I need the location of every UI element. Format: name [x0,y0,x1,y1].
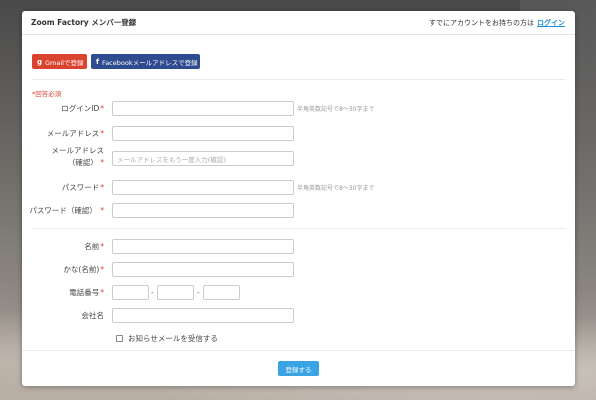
facebook-signup-label: Facebookメールアドレスで登録 [102,58,198,67]
modal-title: Zoom Factory メンバー登録 [31,18,137,27]
phone-label: 電話番号 * [69,285,104,300]
name-row: 名前 * [22,239,575,254]
phone-label-text: 電話番号 [69,288,100,297]
password-row: パスワード * 半角英数記号で8〜30字まで [22,180,575,195]
company-label-text: 会社名 [81,311,105,320]
required-mark: * [100,206,104,215]
company-row: 会社名 [22,308,575,323]
phone-row: 電話番号 * - - [22,285,575,300]
password-input[interactable] [112,180,294,195]
password-confirm-label-text: パスワード（確認） [29,206,97,215]
registration-modal: Zoom Factory メンバー登録 すでにアカウントをお持ちの方は ログイン … [22,11,575,386]
gmail-signup-label: Gmailで登録 [45,58,84,67]
email-confirm-label-line2: （確認） [67,158,98,167]
login-hint: すでにアカウントをお持ちの方は ログイン [429,18,565,28]
password-confirm-input[interactable] [112,203,294,218]
phone-part2-input[interactable] [157,285,194,300]
login-id-row: ログインID * 半角英数記号で8〜30字まで [22,101,575,116]
newsletter-label: お知らせメールを受信する [128,334,218,343]
divider [22,350,575,351]
password-hint: 半角英数記号で8〜30字まで [297,185,375,192]
facebook-icon: f [96,57,100,66]
phone-part3-input[interactable] [203,285,240,300]
login-id-input[interactable] [112,101,294,116]
phone-part1-input[interactable] [112,285,149,300]
password-label: パスワード * [62,180,104,195]
required-mark: * [100,265,104,274]
login-prompt: すでにアカウントをお持ちの方は [428,18,534,27]
name-label: 名前 * [84,239,104,254]
newsletter-checkbox[interactable] [116,335,123,342]
divider [32,228,565,229]
login-id-label: ログインID * [61,101,104,116]
required-mark: * [100,129,104,138]
register-button[interactable]: 登録する [278,361,319,376]
name-input[interactable] [112,239,294,254]
kana-label-text: かな(名前) [63,265,100,274]
facebook-signup-button[interactable]: f Facebookメールアドレスで登録 [91,54,200,69]
email-confirm-label: メールアドレス （確認） * [24,145,105,169]
modal-header: Zoom Factory メンバー登録 すでにアカウントをお持ちの方は ログイン [22,11,575,35]
email-confirm-input[interactable]: メールアドレスをもう一度入力(確認) [112,151,294,166]
social-signup-row: g Gmailで登録 f Facebookメールアドレスで登録 [32,54,200,69]
required-mark: * [100,242,104,251]
login-id-label-text: ログインID [61,104,100,113]
phone-separator: - [197,288,200,297]
kana-label: かな(名前) * [63,262,104,277]
required-mark: * [100,183,104,192]
required-mark: * [100,288,104,297]
email-confirm-row: メールアドレス （確認） * メールアドレスをもう一度入力(確認) [22,146,575,167]
phone-separator: - [151,288,154,297]
kana-input[interactable] [112,262,294,277]
required-note: *回答必須 [32,90,62,98]
kana-row: かな(名前) * [22,262,575,277]
email-label-text: メールアドレス [46,129,100,138]
password-label-text: パスワード [61,183,100,192]
email-row: メールアドレス * [22,126,575,141]
password-confirm-row: パスワード（確認） * [22,203,575,218]
newsletter-option[interactable]: お知らせメールを受信する [116,333,218,344]
email-confirm-label-line2-wrap: （確認） * [24,157,104,169]
gmail-signup-button[interactable]: g Gmailで登録 [32,54,87,69]
email-input[interactable] [112,126,294,141]
required-mark: * [100,158,104,167]
email-confirm-label-line1: メールアドレス [51,146,105,155]
login-id-hint: 半角英数記号で8〜30字まで [297,106,375,113]
company-label: 会社名 [82,308,105,323]
divider [32,79,565,80]
google-icon: g [37,57,43,66]
company-input[interactable] [112,308,294,323]
login-link[interactable]: ログイン [537,19,565,27]
name-label-text: 名前 [84,242,100,251]
password-confirm-label: パスワード（確認） * [29,203,104,218]
email-label: メールアドレス * [47,126,104,141]
required-mark: * [100,104,104,113]
